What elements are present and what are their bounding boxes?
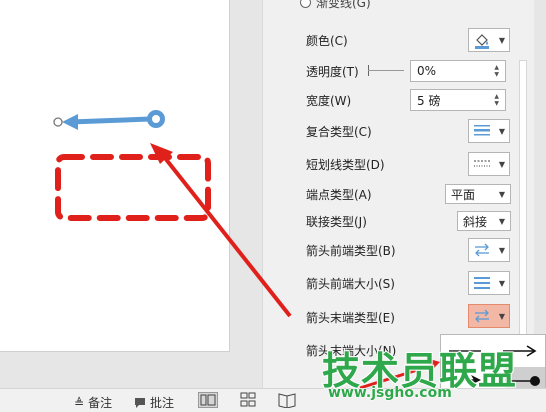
paint-bucket-icon: [475, 34, 489, 49]
normal-view-button[interactable]: [198, 392, 218, 408]
pane-scrollbar[interactable]: [516, 0, 530, 388]
begin-arrow-size-label: 箭头前端大小(S): [306, 276, 395, 291]
row-join-type: 联接类型(J): [306, 211, 367, 231]
dash-type-label: 短划线类型(D): [306, 157, 385, 172]
dash-line-icon: [474, 160, 490, 167]
width-label: 宽度(W): [306, 93, 352, 108]
reading-view-icon: [278, 393, 296, 408]
comments-button[interactable]: 批注: [134, 394, 174, 411]
chevron-down-icon: ▼: [498, 245, 505, 255]
begin-arrow-type-button[interactable]: ▼: [468, 238, 510, 262]
chevron-down-icon: ▼: [498, 159, 505, 169]
notes-button[interactable]: ≜ 备注: [74, 394, 112, 411]
transparency-label: 透明度(T): [306, 64, 359, 79]
slide-canvas[interactable]: [0, 0, 230, 352]
cap-type-label: 端点类型(A): [306, 187, 372, 202]
cap-type-value: 平面: [451, 187, 476, 202]
arrow-type-icon: [475, 243, 489, 257]
transparency-input[interactable]: 0% ▲ ▼: [410, 60, 506, 82]
chevron-down-icon: ▼: [498, 278, 505, 288]
row-begin-arrow-type: 箭头前端类型(B): [306, 240, 396, 260]
transparency-value: 0%: [417, 64, 437, 78]
comments-label: 批注: [150, 396, 175, 410]
chevron-down-icon: ▼: [498, 189, 505, 199]
compound-lines-icon: [474, 125, 490, 136]
notes-icon: ≜: [74, 395, 85, 410]
width-input[interactable]: 5 磅 ▲ ▼: [410, 89, 506, 111]
arrow-size-icon: [474, 277, 490, 289]
dash-type-button[interactable]: ▼: [468, 152, 510, 176]
notes-label: 备注: [88, 396, 113, 410]
compound-type-button[interactable]: ▼: [468, 119, 510, 143]
color-label: 颜色(C): [306, 33, 348, 48]
slide-sorter-button[interactable]: [240, 392, 256, 408]
join-type-value: 斜接: [463, 214, 488, 229]
chevron-down-icon: ▼: [498, 126, 505, 136]
begin-arrow-size-button[interactable]: ▼: [468, 271, 510, 295]
transparency-slider[interactable]: [368, 70, 404, 71]
row-end-arrow-type: 箭头末端类型(E): [306, 307, 395, 327]
spin-buttons[interactable]: ▲ ▼: [494, 93, 499, 107]
slide-sorter-icon: [240, 392, 256, 407]
join-type-select[interactable]: 斜接 ▼: [457, 211, 511, 231]
end-arrow-type-button[interactable]: ▼: [468, 304, 510, 328]
compound-type-label: 复合类型(C): [306, 124, 372, 139]
row-begin-arrow-size: 箭头前端大小(S): [306, 273, 395, 293]
comment-icon: [135, 397, 145, 408]
row-color: 颜色(C): [306, 30, 348, 50]
reading-view-button[interactable]: [278, 392, 296, 408]
row-cap-type: 端点类型(A): [306, 184, 372, 204]
watermark-url: www.jsgho.com: [328, 385, 453, 402]
normal-view-icon: [198, 392, 218, 408]
arrow-type-icon: [475, 309, 489, 323]
pane-scrollbar-thumb[interactable]: [519, 60, 527, 360]
chevron-down-icon: ▼: [498, 216, 505, 226]
spin-buttons[interactable]: ▲ ▼: [494, 64, 499, 78]
row-transparency: 透明度(T): [306, 61, 359, 81]
chevron-down-icon: ▼: [498, 311, 505, 321]
end-arrow-type-label: 箭头末端类型(E): [306, 310, 395, 325]
join-type-label: 联接类型(J): [306, 214, 367, 229]
row-dash-type: 短划线类型(D): [306, 154, 385, 174]
row-compound-type: 复合类型(C): [306, 121, 372, 141]
chevron-down-icon: ▼: [498, 35, 505, 45]
cap-type-select[interactable]: 平面 ▼: [445, 184, 511, 204]
gradient-line-label: 渐变线(G): [316, 0, 371, 10]
color-picker-button[interactable]: ▼: [468, 28, 510, 52]
begin-arrow-type-label: 箭头前端类型(B): [306, 243, 396, 258]
row-width: 宽度(W): [306, 90, 351, 110]
width-value: 5 磅: [417, 93, 441, 108]
